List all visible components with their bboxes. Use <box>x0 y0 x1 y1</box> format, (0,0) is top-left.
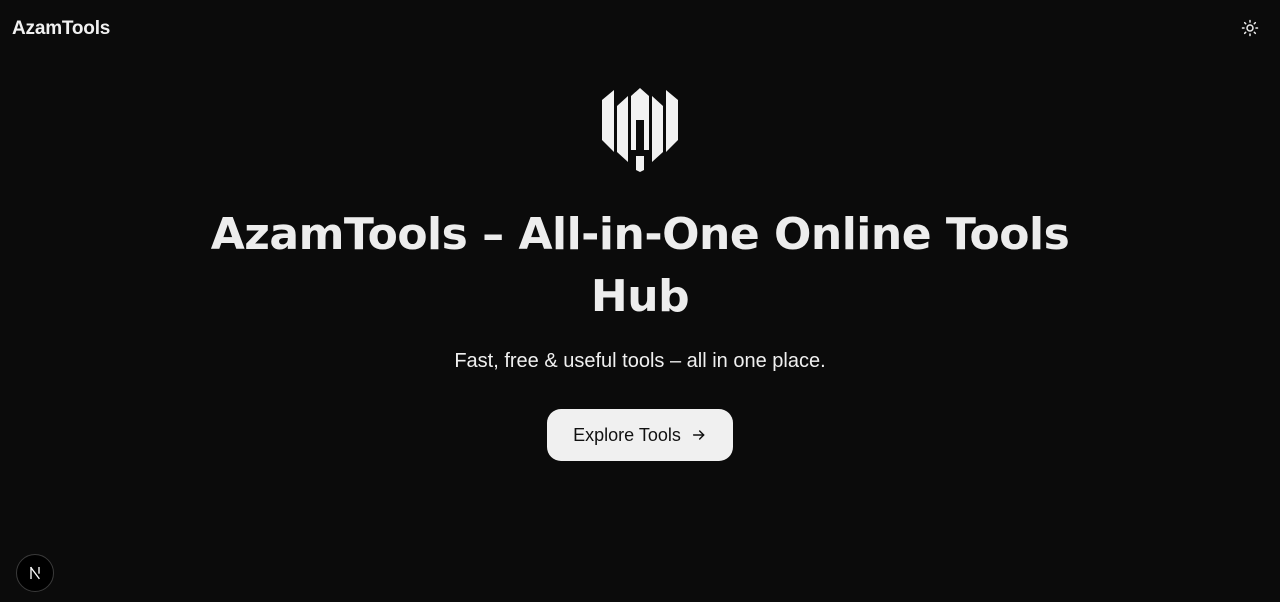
brand-link[interactable]: AzamTools <box>12 18 110 40</box>
hero-subtitle: Fast, free & useful tools – all in one p… <box>454 350 826 372</box>
nextjs-icon <box>30 566 40 580</box>
hero-section: AzamTools – All-in-One Online Tools Hub … <box>0 86 1280 461</box>
sun-icon <box>1241 19 1259 37</box>
page: AzamTools AzamTools – All-in-One Online … <box>0 0 1280 602</box>
arrow-right-icon <box>691 427 707 443</box>
theme-toggle-button[interactable] <box>1238 16 1262 40</box>
azamtools-logo <box>602 88 678 172</box>
nextjs-dev-badge[interactable] <box>16 554 54 592</box>
explore-tools-label: Explore Tools <box>573 424 681 445</box>
hero-title: AzamTools – All-in-One Online Tools Hub <box>210 209 1070 322</box>
explore-tools-button[interactable]: Explore Tools <box>547 409 733 461</box>
